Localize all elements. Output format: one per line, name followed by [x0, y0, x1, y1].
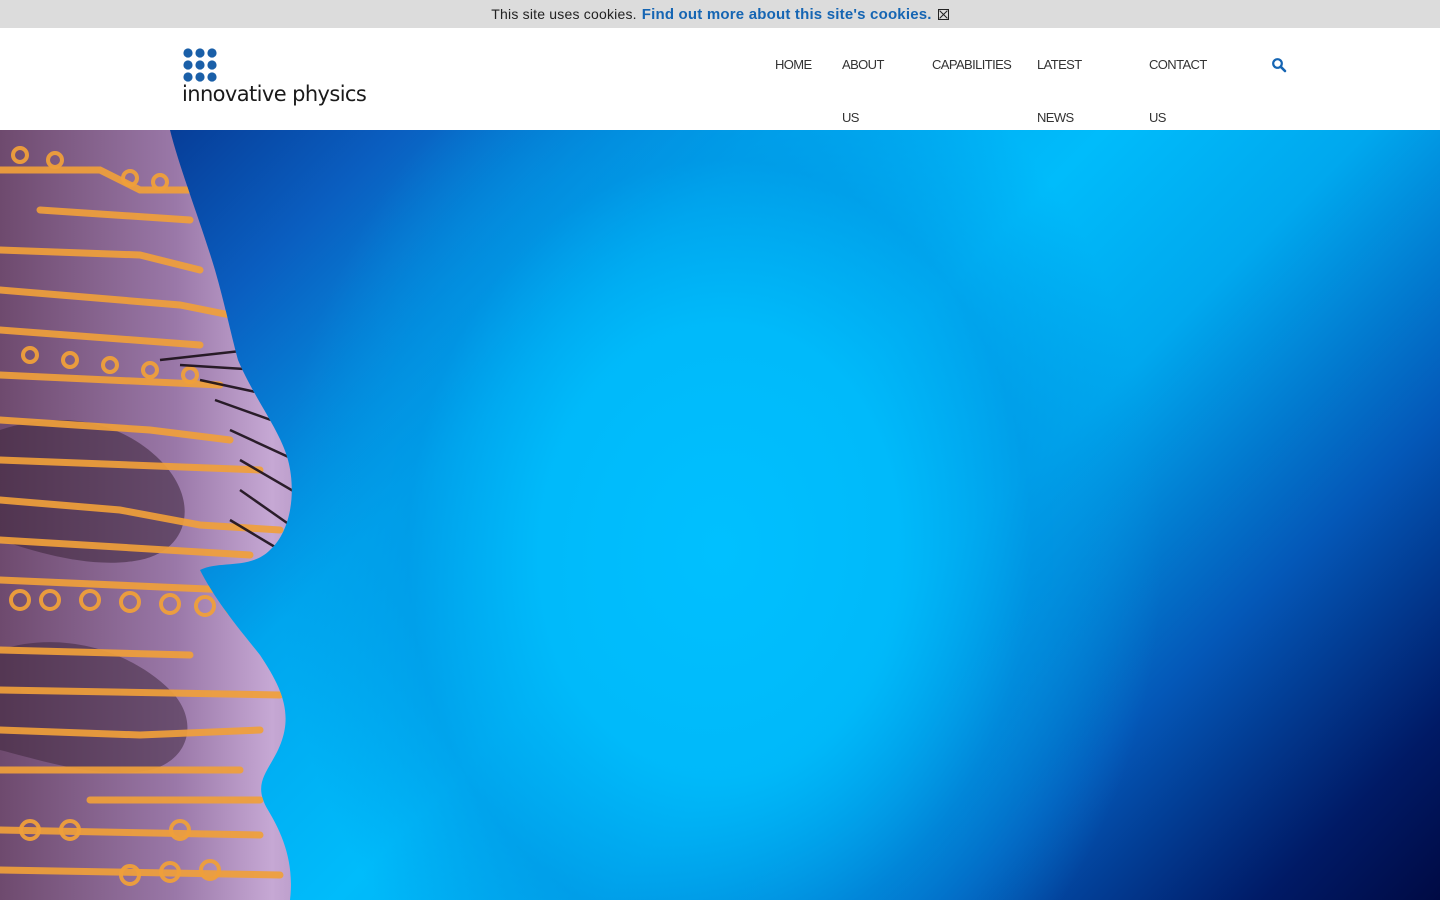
cookie-info-link[interactable]: Find out more about this site's cookies.: [642, 6, 932, 23]
logo-wordmark: innovative physics: [182, 82, 367, 106]
nav-about-label-1: ABOUT: [842, 57, 884, 72]
nav-latest-news[interactable]: LATEST NEWS: [1037, 38, 1082, 144]
site-header: innovative physics HOME ABOUT US CAPABIL…: [0, 28, 1440, 130]
nav-news-label-1: LATEST: [1037, 57, 1082, 72]
cookie-bar: This site uses cookies. Find out more ab…: [0, 0, 1440, 28]
search-button[interactable]: [1271, 57, 1287, 73]
search-icon: [1272, 58, 1287, 73]
nav-capabilities[interactable]: CAPABILITIES: [932, 38, 1012, 91]
cookie-message: This site uses cookies.: [491, 6, 637, 22]
nav-contact-label-1: CONTACT: [1149, 57, 1207, 72]
nav-capabilities-label: CAPABILITIES: [932, 57, 1012, 72]
hero-banner: [0, 130, 1440, 900]
nav-home[interactable]: HOME: [775, 38, 812, 91]
nav-about-us[interactable]: ABOUT US: [842, 38, 884, 144]
hero-face-image: [0, 130, 292, 900]
logo-dots-icon: [183, 48, 217, 82]
site-logo[interactable]: innovative physics: [182, 48, 367, 110]
close-icon[interactable]: [937, 9, 949, 20]
nav-contact-us[interactable]: CONTACT US: [1149, 38, 1207, 144]
nav-home-label: HOME: [775, 57, 812, 72]
